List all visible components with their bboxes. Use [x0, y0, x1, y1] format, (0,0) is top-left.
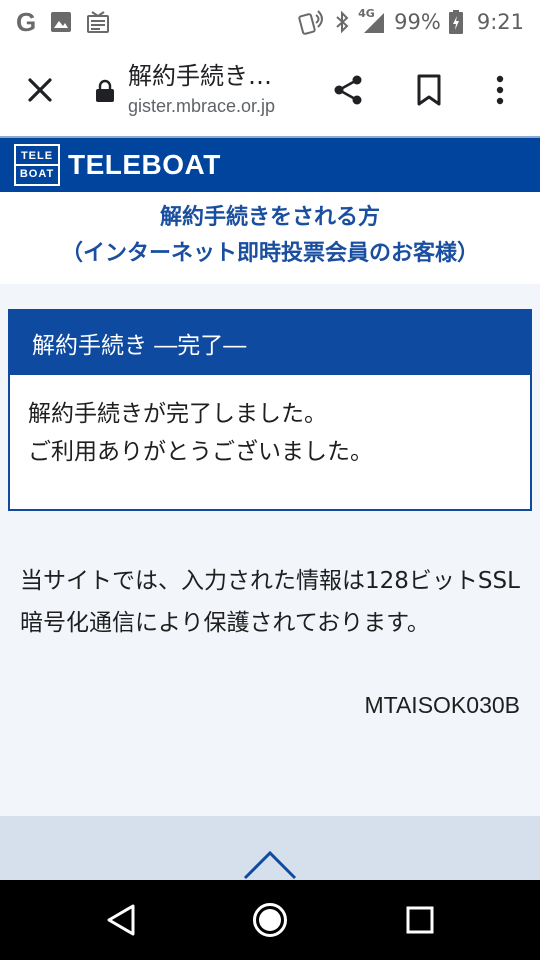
- browser-toolbar: 解約手続き… gister.mbrace.or.jp: [0, 44, 540, 136]
- message-line-1: 解約手続きが完了しました。: [28, 401, 327, 427]
- status-right-icons: 4G 99% 9:21: [298, 7, 524, 35]
- share-icon[interactable]: [330, 72, 366, 108]
- status-bar: G 4G 99% 9:21: [0, 0, 540, 44]
- more-menu-icon[interactable]: [488, 72, 512, 108]
- ssl-note: 当サイトでは、入力された情報は128ビットSSL暗号化通信により保護されておりま…: [20, 568, 520, 636]
- bluetooth-icon: [336, 10, 349, 34]
- google-icon: G: [16, 6, 37, 37]
- page-title: 解約手続き…: [128, 62, 272, 90]
- status-left-icons: G: [16, 7, 110, 38]
- brand-name: TELEBOAT: [68, 149, 221, 180]
- logo-divider: [16, 164, 58, 166]
- logo-bottom-text: BOAT: [19, 168, 55, 180]
- lock-icon[interactable]: [94, 79, 116, 103]
- nfc-icon: [298, 10, 324, 35]
- back-icon[interactable]: [104, 902, 138, 938]
- page-heading: 解約手続きをされる方 （インターネット即時投票会員のお客様）: [0, 192, 540, 284]
- image-icon: [51, 12, 72, 32]
- page-footer: [0, 816, 540, 880]
- screen-id: MTAISOK030B: [364, 692, 520, 718]
- battery-percent: 99%: [394, 10, 441, 34]
- bookmark-icon[interactable]: [412, 72, 446, 108]
- clock: 9:21: [476, 10, 524, 34]
- signal-indicator: 4G: [358, 7, 386, 35]
- battery-icon: [448, 10, 463, 34]
- scroll-top-icon[interactable]: [242, 848, 298, 880]
- heading-line-2: （インターネット即時投票会員のお客様）: [60, 241, 479, 266]
- brand-header: TELE BOAT TELEBOAT: [0, 136, 540, 192]
- panel-message: 解約手続きが完了しました。 ご利用ありがとうございました。: [10, 375, 530, 491]
- main-content: 解約手続き ―完了― 解約手続きが完了しました。 ご利用ありがとうございました。…: [0, 284, 540, 816]
- heading-line-1: 解約手続きをされる方: [159, 205, 380, 230]
- panel-title: 解約手続き ―完了―: [10, 311, 530, 375]
- logo-top-text: TELE: [20, 150, 54, 162]
- message-line-2: ご利用ありがとうございました。: [28, 439, 373, 465]
- signal-icon: [364, 13, 385, 33]
- completion-panel: 解約手続き ―完了― 解約手続きが完了しました。 ご利用ありがとうございました。: [8, 309, 532, 511]
- news-icon: [87, 11, 110, 33]
- url-text[interactable]: gister.mbrace.or.jp: [128, 96, 275, 117]
- system-nav-bar: [0, 880, 540, 960]
- recent-apps-icon[interactable]: [406, 906, 434, 934]
- home-icon[interactable]: [252, 902, 288, 938]
- teleboat-logo[interactable]: TELE BOAT: [14, 144, 60, 186]
- close-icon[interactable]: [24, 74, 56, 106]
